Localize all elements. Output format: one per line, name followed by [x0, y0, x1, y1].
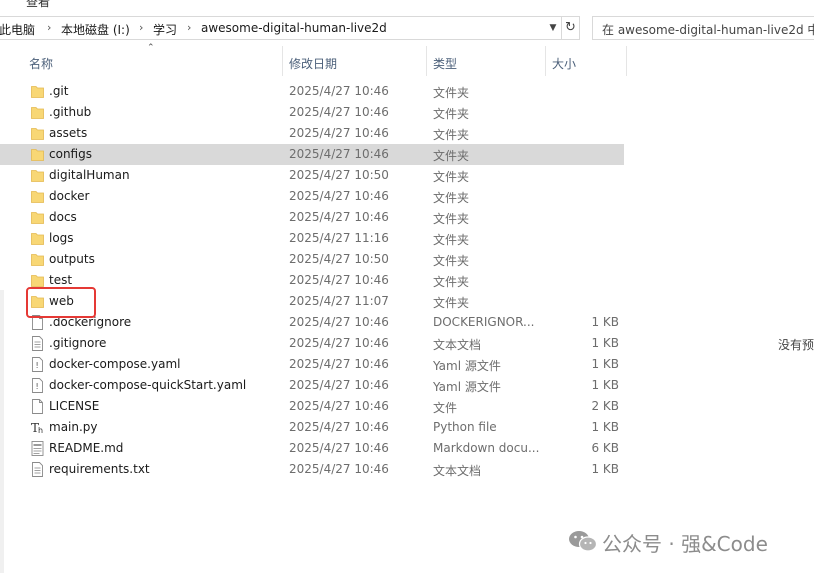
- svg-text:!: !: [36, 361, 39, 370]
- folder-icon: [31, 105, 44, 120]
- file-row[interactable]: outputs 2025/4/27 10:50 文件夹: [0, 249, 624, 270]
- yaml-file-icon: !: [31, 378, 44, 393]
- address-history-dropdown-icon[interactable]: ▼: [546, 19, 560, 37]
- file-row[interactable]: LICENSE 2025/4/27 10:46 文件 2 KB: [0, 396, 624, 417]
- file-row[interactable]: Th main.py 2025/4/27 10:46 Python file 1 KB: [0, 417, 624, 438]
- folder-icon: [31, 126, 44, 141]
- breadcrumb-this-pc[interactable]: 此电脑: [0, 21, 35, 38]
- file-row[interactable]: .github 2025/4/27 10:46 文件夹: [0, 102, 624, 123]
- breadcrumb-current-folder[interactable]: awesome-digital-human-live2d: [201, 21, 387, 35]
- scrollbar-track[interactable]: [0, 290, 4, 573]
- folder-icon: [31, 210, 44, 225]
- breadcrumb-study[interactable]: 学习: [153, 21, 177, 38]
- file-row[interactable]: .gitignore 2025/4/27 10:46 文本文档 1 KB: [0, 333, 624, 354]
- file-row-selected[interactable]: configs 2025/4/27 10:46 文件夹: [0, 144, 624, 165]
- preview-pane-message: 没有预: [778, 338, 814, 352]
- text-file-icon: [31, 336, 44, 351]
- column-header-name[interactable]: 名称: [29, 55, 53, 72]
- file-row[interactable]: ! docker-compose.yaml 2025/4/27 10:46 Yaml …: [0, 354, 624, 375]
- menu-bar: 查看: [0, 0, 814, 14]
- file-row[interactable]: docker 2025/4/27 10:46 文件夹: [0, 186, 624, 207]
- column-divider[interactable]: [626, 46, 627, 76]
- column-divider[interactable]: [545, 46, 546, 76]
- file-row[interactable]: digitalHuman 2025/4/27 10:50 文件夹: [0, 165, 624, 186]
- markdown-file-icon: [31, 441, 44, 456]
- svg-text:h: h: [38, 426, 43, 435]
- text-file-icon: [31, 462, 44, 477]
- folder-icon: [31, 231, 44, 246]
- file-row[interactable]: README.md 2025/4/27 10:46 Markdown docu...…: [0, 438, 624, 459]
- file-icon: [31, 399, 44, 414]
- refresh-icon[interactable]: ↻: [562, 16, 580, 40]
- watermark-text: 公众号 · 强&Code: [602, 532, 768, 556]
- yaml-file-icon: !: [31, 357, 44, 372]
- chevron-right-icon[interactable]: ›: [187, 21, 191, 34]
- file-row[interactable]: ! docker-compose-quickStart.yaml 2025/4/27…: [0, 375, 624, 396]
- breadcrumb-drive[interactable]: 本地磁盘 (I:): [61, 21, 130, 38]
- column-header-date[interactable]: 修改日期: [289, 55, 337, 72]
- file-row[interactable]: logs 2025/4/27 11:16 文件夹: [0, 228, 624, 249]
- column-divider[interactable]: [282, 46, 283, 76]
- annotation-highlight-box: [26, 287, 96, 318]
- search-input[interactable]: 在 awesome-digital-human-live2d 中搜索: [592, 16, 814, 40]
- folder-icon: [31, 147, 44, 162]
- column-header-type[interactable]: 类型: [433, 55, 457, 72]
- python-file-icon: Th: [31, 420, 44, 435]
- wechat-icon: [569, 531, 598, 552]
- folder-icon: [31, 168, 44, 183]
- sort-ascending-icon: ⌃: [147, 43, 155, 53]
- file-row[interactable]: requirements.txt 2025/4/27 10:46 文本文档 1 KB: [0, 459, 624, 480]
- folder-icon: [31, 273, 44, 288]
- folder-icon: [31, 189, 44, 204]
- svg-text:!: !: [36, 382, 39, 391]
- menu-view[interactable]: 查看: [26, 0, 50, 10]
- address-bar[interactable]: 此电脑 › 本地磁盘 (I:) › 学习 › awesome-digital-h…: [0, 16, 562, 40]
- chevron-right-icon[interactable]: ›: [139, 21, 143, 34]
- column-header-size[interactable]: 大小: [552, 55, 576, 72]
- folder-icon: [31, 252, 44, 267]
- column-divider[interactable]: [426, 46, 427, 76]
- folder-icon: [31, 84, 44, 99]
- file-row[interactable]: .git 2025/4/27 10:46 文件夹: [0, 81, 624, 102]
- file-row[interactable]: docs 2025/4/27 10:46 文件夹: [0, 207, 624, 228]
- file-row[interactable]: assets 2025/4/27 10:46 文件夹: [0, 123, 624, 144]
- chevron-right-icon[interactable]: ›: [47, 21, 51, 34]
